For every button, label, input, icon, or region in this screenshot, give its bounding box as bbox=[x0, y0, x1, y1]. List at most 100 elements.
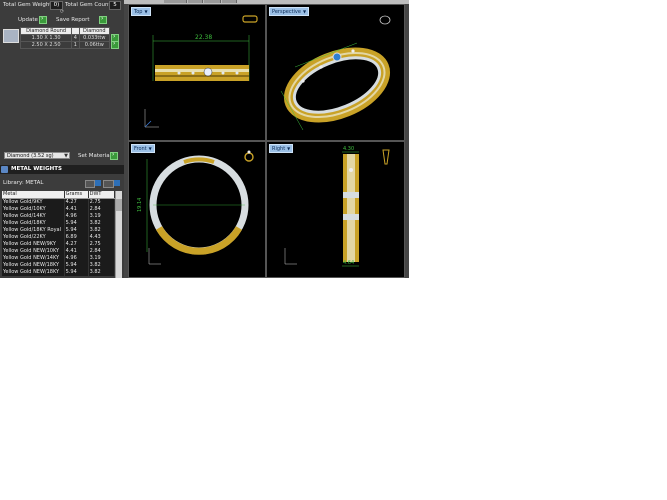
gem-thumbnail-icon bbox=[3, 29, 19, 43]
gem-count: 4 bbox=[71, 34, 80, 42]
table-row[interactable]: Yellow Gold/14KY 4.96 3.19 bbox=[2, 213, 116, 220]
metal-cell-dwt: 3.82 bbox=[88, 269, 116, 276]
metal-cell-grams: 4.27 bbox=[64, 241, 89, 248]
right-dimension-top: 4.30 bbox=[343, 146, 354, 152]
front-view-label: Front bbox=[134, 146, 147, 152]
top-view-label: Top bbox=[134, 9, 143, 15]
gem-size: 2.50 X 2.50 bbox=[19, 41, 73, 49]
metal-col-header[interactable]: Metal bbox=[2, 191, 65, 199]
ring-thumbnail-icon bbox=[379, 15, 391, 25]
right-view-label: Right bbox=[272, 146, 286, 152]
table-row[interactable]: Yellow Gold NEW/9KY 4.27 2.75 bbox=[2, 241, 116, 248]
metal-cell-metal: Yellow Gold/18KY Royal bbox=[2, 227, 65, 234]
help-icon[interactable] bbox=[114, 180, 120, 186]
right-dimension-bottom: 4.64 bbox=[343, 260, 354, 266]
metal-cell-metal: Yellow Gold NEW/10KY bbox=[2, 248, 65, 255]
filter-icon[interactable] bbox=[85, 180, 95, 188]
gem-table-header: Diamond Round Diamond bbox=[19, 27, 111, 35]
front-dimension: 19.14 bbox=[137, 198, 143, 212]
table-row[interactable]: Yellow Gold/18KY 5.94 3.82 bbox=[2, 220, 116, 227]
chevron-down-icon: ▼ bbox=[287, 146, 291, 151]
gem-count: 1 bbox=[71, 41, 80, 49]
chevron-down-icon: ▼ bbox=[302, 9, 307, 14]
material-select-value: Diamond (3.52 sg) bbox=[7, 153, 54, 159]
set-material-label: Set Material bbox=[78, 153, 112, 159]
front-viewport[interactable]: Front ▼ 19.14 bbox=[128, 141, 266, 278]
info-icon[interactable] bbox=[95, 180, 101, 186]
tab-right[interactable]: Right ▼ bbox=[269, 144, 294, 153]
clear-icon[interactable] bbox=[103, 180, 114, 188]
total-gem-count-label: Total Gem Count bbox=[65, 2, 111, 8]
metal-cell-metal: Yellow Gold NEW/14KY bbox=[2, 255, 65, 262]
metal-cell-dwt: 2.84 bbox=[88, 248, 116, 255]
metal-cell-metal: Yellow Gold/18KY bbox=[2, 220, 65, 227]
gem-weight: 0.033ttw bbox=[78, 34, 111, 42]
metal-weights-icon bbox=[1, 166, 8, 173]
metal-cell-dwt: 2.75 bbox=[88, 241, 116, 248]
grams-col-header[interactable]: Grams bbox=[64, 191, 89, 199]
dwt-col-header[interactable]: DWT bbox=[88, 191, 116, 199]
tab-top[interactable]: Top ▼ bbox=[131, 7, 151, 16]
gem-header-shape: Diamond Round bbox=[19, 27, 73, 35]
metal-cell-metal: Yellow Gold/10KY bbox=[2, 206, 65, 213]
tab-front[interactable]: Front ▼ bbox=[131, 144, 155, 153]
front-view-drawing: 19.14 bbox=[137, 150, 254, 265]
perspective-view-label: Perspective bbox=[272, 9, 301, 15]
ring-thumbnail-icon bbox=[244, 152, 254, 162]
table-row[interactable]: Yellow Gold NEW/14KY 4.96 3.19 bbox=[2, 255, 116, 262]
metal-cell-metal: Yellow Gold NEW/18KY bbox=[2, 262, 65, 269]
metal-cell-metal: Yellow Gold NEW/9KY bbox=[2, 241, 65, 248]
gem-size: 1.30 X 1.30 bbox=[19, 34, 73, 42]
swirl-icon: ⟳ bbox=[60, 9, 65, 15]
metal-table-scrollbar[interactable] bbox=[115, 191, 122, 278]
metal-cell-dwt: 3.19 bbox=[88, 255, 116, 262]
table-row[interactable]: Yellow Gold NEW/10KY 4.41 2.84 bbox=[2, 248, 116, 255]
metal-cell-dwt: 2.84 bbox=[88, 206, 116, 213]
chevron-down-icon: ▼ bbox=[144, 9, 148, 14]
app-window: Total Gem Weight 0) Total Gem Count 5 ⟳ … bbox=[0, 0, 409, 278]
metal-cell-dwt: 3.82 bbox=[88, 227, 116, 234]
perspective-view-drawing bbox=[280, 15, 391, 131]
table-row[interactable]: Yellow Gold/22KY 6.89 4.43 bbox=[2, 234, 116, 241]
table-row[interactable]: 1.30 X 1.30 4 0.033ttw bbox=[19, 34, 111, 42]
table-row[interactable]: Yellow Gold/10KY 4.41 2.84 bbox=[2, 206, 116, 213]
perspective-viewport[interactable]: Perspective ▼ bbox=[266, 4, 405, 141]
right-view-drawing: 4.30 4.64 bbox=[284, 146, 390, 267]
metal-cell-dwt: 4.43 bbox=[88, 234, 116, 241]
metal-cell-grams: 4.96 bbox=[64, 255, 89, 262]
save-report-button[interactable] bbox=[99, 15, 107, 24]
metal-cell-grams: 4.41 bbox=[64, 206, 89, 213]
metal-cell-metal: Yellow Gold/9KY bbox=[2, 198, 65, 206]
metal-cell-grams: 5.94 bbox=[64, 269, 89, 276]
save-report-label: Save Report bbox=[56, 17, 90, 23]
set-material-button[interactable] bbox=[110, 151, 118, 160]
tab-perspective[interactable]: Perspective ▼ bbox=[269, 7, 310, 16]
table-row[interactable]: Yellow Gold NEW/18KY 5.94 3.82 bbox=[2, 262, 116, 269]
chevron-down-icon: ▼ bbox=[64, 153, 68, 159]
top-viewport[interactable]: Top ▼ 22.38 bbox=[128, 4, 266, 141]
metal-cell-grams: 6.89 bbox=[64, 234, 89, 241]
viewport-area: Top ▼ 22.38 Perspective ▼ Front ▼ 19.14 … bbox=[124, 0, 409, 278]
table-row[interactable]: Yellow Gold NEW/18KY 5.94 3.82 bbox=[2, 269, 116, 276]
metal-cell-metal: Yellow Gold/14KY bbox=[2, 213, 65, 220]
metal-table-header: Metal Grams DWT bbox=[2, 191, 116, 199]
total-gem-weight-label: Total Gem Weight bbox=[3, 2, 52, 8]
metal-cell-grams: 4.41 bbox=[64, 248, 89, 255]
metal-cell-dwt: 3.82 bbox=[88, 220, 116, 227]
gem-row-2-button[interactable] bbox=[111, 40, 119, 49]
gem-header-count bbox=[71, 27, 80, 35]
material-select[interactable]: Diamond (3.52 sg) ▼ bbox=[4, 152, 70, 159]
metal-table: Metal Grams DWT Yellow Gold/9KY 4.27 2.75 Y… bbox=[2, 191, 116, 276]
ring-thumbnail-icon bbox=[382, 149, 390, 165]
table-row[interactable]: Yellow Gold/18KY Royal 5.94 3.82 bbox=[2, 227, 116, 234]
ring-thumbnail-icon bbox=[242, 15, 258, 23]
chevron-down-icon: ▼ bbox=[148, 146, 152, 151]
update-label: Update bbox=[18, 17, 38, 23]
table-row[interactable]: Yellow Gold/9KY 4.27 2.75 bbox=[2, 198, 116, 206]
right-viewport[interactable]: Right ▼ 4.30 4.64 bbox=[266, 141, 405, 278]
table-row[interactable]: 2.50 X 2.50 1 0.06ttw bbox=[19, 41, 111, 49]
update-button[interactable] bbox=[39, 15, 47, 24]
scrollbar-thumb[interactable] bbox=[116, 199, 122, 211]
library-label: Library: METAL bbox=[3, 180, 44, 186]
metal-cell-metal: Yellow Gold NEW/18KY bbox=[2, 269, 65, 276]
